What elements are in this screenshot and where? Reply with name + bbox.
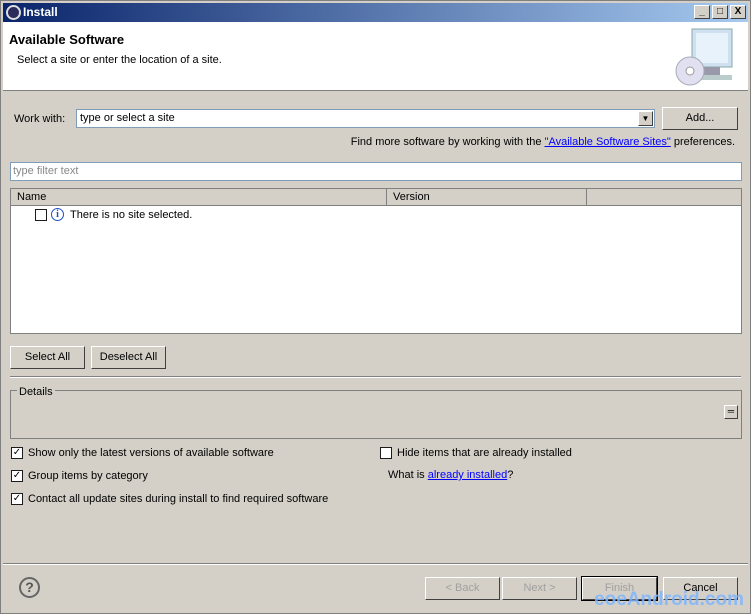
wizard-header: Available Software Select a site or ente… xyxy=(3,22,748,91)
group-by-category-checkbox[interactable]: ✓ xyxy=(11,470,23,482)
work-with-label: Work with: xyxy=(14,113,66,125)
filter-input[interactable]: type filter text xyxy=(10,162,742,181)
software-tree[interactable]: Name Version i There is no site selected… xyxy=(10,188,742,334)
title-bar: Install _ □ X xyxy=(3,3,748,22)
close-button[interactable]: X xyxy=(730,5,746,19)
hide-installed-checkbox[interactable] xyxy=(380,447,392,459)
latest-versions-checkbox[interactable]: ✓ xyxy=(11,447,23,459)
add-site-button[interactable]: Add... xyxy=(662,107,738,130)
available-software-sites-link[interactable]: "Available Software Sites" xyxy=(545,136,671,148)
table-row: There is no site selected. xyxy=(70,209,193,221)
select-all-button[interactable]: Select All xyxy=(10,346,85,369)
help-icon[interactable]: ? xyxy=(19,577,40,598)
column-header-name[interactable]: Name xyxy=(11,189,387,206)
back-button[interactable]: < Back xyxy=(425,577,500,600)
work-with-value: type or select a site xyxy=(80,112,175,124)
watermark: eoeAndroid.com xyxy=(594,589,744,610)
details-label: Details xyxy=(17,386,55,398)
deselect-all-button[interactable]: Deselect All xyxy=(91,346,166,369)
next-button[interactable]: Next > xyxy=(502,577,577,600)
maximize-button[interactable]: □ xyxy=(712,5,728,19)
already-installed-link[interactable]: already installed xyxy=(428,469,508,481)
chevron-down-icon[interactable]: ▼ xyxy=(638,111,653,126)
page-description: Select a site or enter the location of a… xyxy=(17,54,222,66)
find-more-text: Find more software by working with the "… xyxy=(351,136,735,148)
monitor-cd-icon xyxy=(675,28,733,86)
minimize-button[interactable]: _ xyxy=(694,5,710,19)
details-toggle-button[interactable]: ═ xyxy=(724,405,738,419)
what-is-suffix: ? xyxy=(507,469,514,481)
work-with-combo[interactable]: type or select a site ▼ xyxy=(76,109,655,128)
column-header-empty xyxy=(587,189,741,206)
contact-sites-label: Contact all update sites during install … xyxy=(28,493,329,505)
column-header-version[interactable]: Version xyxy=(387,189,587,206)
eclipse-icon xyxy=(6,5,21,20)
details-group: Details ═ xyxy=(10,386,742,439)
find-more-suffix: preferences. xyxy=(670,136,735,148)
find-more-prefix: Find more software by working with the xyxy=(350,136,545,148)
footer-divider xyxy=(3,563,748,565)
hide-installed-label: Hide items that are already installed xyxy=(397,447,572,459)
what-is-prefix: What is xyxy=(388,469,428,481)
row-checkbox[interactable] xyxy=(35,209,47,221)
what-is-installed-text: What is already installed? xyxy=(388,469,513,481)
window-title: Install xyxy=(23,5,58,19)
page-title: Available Software xyxy=(9,32,125,47)
contact-sites-checkbox[interactable]: ✓ xyxy=(11,493,23,505)
latest-versions-label: Show only the latest versions of availab… xyxy=(28,447,274,459)
install-dialog: Install _ □ X Available Software Select … xyxy=(0,0,751,614)
group-by-category-label: Group items by category xyxy=(28,470,148,482)
info-icon: i xyxy=(51,208,64,221)
divider xyxy=(10,376,741,378)
